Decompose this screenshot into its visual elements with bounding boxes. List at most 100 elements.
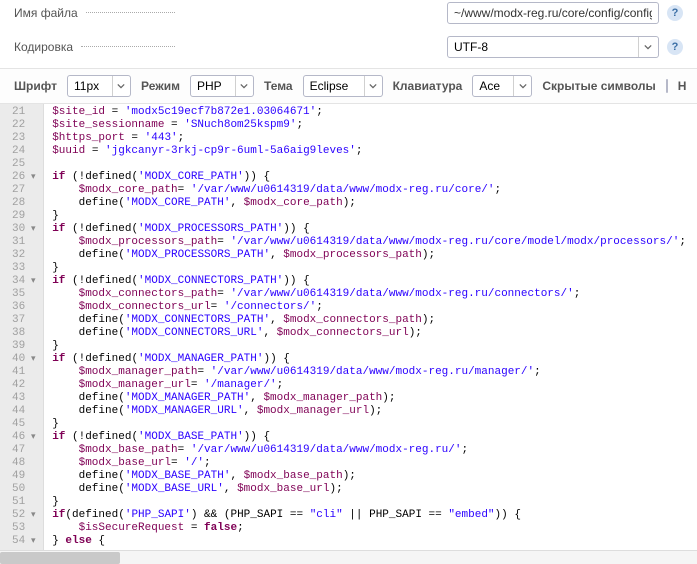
editor-toolbar: Шрифт Режим Тема Клавиатура Скрытые симв… xyxy=(0,68,697,104)
line-number: 24 xyxy=(12,145,37,158)
hidden-chars-checkbox[interactable] xyxy=(666,79,668,93)
code-line[interactable]: $modx_base_path= '/var/www/u0614319/data… xyxy=(52,444,686,457)
code-line[interactable]: $modx_manager_path= '/var/www/u0614319/d… xyxy=(52,366,686,379)
line-number: 33 xyxy=(12,262,37,275)
line-number: 23 xyxy=(12,132,37,145)
line-gutter: 212223242526▾27282930▾31323334▾353637383… xyxy=(0,104,44,550)
code-line[interactable]: define('MODX_CORE_PATH', $modx_core_path… xyxy=(52,197,686,210)
line-number: 27 xyxy=(12,184,37,197)
code-line[interactable]: $modx_core_path= '/var/www/u0614319/data… xyxy=(52,184,686,197)
line-number: 53 xyxy=(12,522,37,535)
mode-label: Режим xyxy=(141,79,180,93)
line-number: 39 xyxy=(12,340,37,353)
keyboard-select[interactable] xyxy=(473,76,513,96)
chevron-down-icon[interactable] xyxy=(513,76,531,96)
encoding-label: Кодировка xyxy=(14,40,73,54)
code-editor[interactable]: 212223242526▾27282930▾31323334▾353637383… xyxy=(0,104,697,550)
dots xyxy=(81,46,175,47)
line-numbers-label: Н xyxy=(678,79,687,93)
line-number: 22 xyxy=(12,119,37,132)
mode-select[interactable] xyxy=(191,76,235,96)
line-number: 48 xyxy=(12,457,37,470)
code-line[interactable]: $site_id = 'modx5c19ecf7b872e1.03064671'… xyxy=(52,106,686,119)
code-line[interactable]: if (!defined('MODX_PROCESSORS_PATH')) { xyxy=(52,223,686,236)
line-number: 44 xyxy=(12,405,37,418)
line-number: 21 xyxy=(12,106,37,119)
code-line[interactable]: } xyxy=(52,340,686,353)
help-icon[interactable]: ? xyxy=(667,39,683,55)
line-number: 45 xyxy=(12,418,37,431)
line-number: 36 xyxy=(12,301,37,314)
line-number: 47 xyxy=(12,444,37,457)
scroll-thumb[interactable] xyxy=(0,552,120,564)
code-line[interactable]: define('MODX_MANAGER_URL', $modx_manager… xyxy=(52,405,686,418)
line-number: 49 xyxy=(12,470,37,483)
code-line[interactable]: define('MODX_CONNECTORS_PATH', $modx_con… xyxy=(52,314,686,327)
line-number: 26▾ xyxy=(12,171,37,184)
code-area[interactable]: $site_id = 'modx5c19ecf7b872e1.03064671'… xyxy=(44,104,686,550)
line-number: 29 xyxy=(12,210,37,223)
line-number: 34▾ xyxy=(12,275,37,288)
line-number: 54▾ xyxy=(12,535,37,548)
code-line[interactable]: $modx_processors_path= '/var/www/u061431… xyxy=(52,236,686,249)
hidden-chars-label: Скрытые символы xyxy=(542,79,655,93)
line-number: 32 xyxy=(12,249,37,262)
code-line[interactable]: $modx_connectors_path= '/var/www/u061431… xyxy=(52,288,686,301)
code-line[interactable]: define('MODX_BASE_PATH', $modx_base_path… xyxy=(52,470,686,483)
line-number: 25 xyxy=(12,158,37,171)
font-label: Шрифт xyxy=(14,79,57,93)
fold-icon[interactable]: ▾ xyxy=(29,171,37,184)
line-number: 30▾ xyxy=(12,223,37,236)
code-line[interactable]: $https_port = '443'; xyxy=(52,132,686,145)
line-number: 46▾ xyxy=(12,431,37,444)
horizontal-scrollbar[interactable] xyxy=(0,550,697,564)
line-number: 31 xyxy=(12,236,37,249)
help-icon[interactable]: ? xyxy=(667,5,683,21)
line-number: 50 xyxy=(12,483,37,496)
code-line[interactable]: } xyxy=(52,262,686,275)
code-line[interactable]: if (!defined('MODX_BASE_PATH')) { xyxy=(52,431,686,444)
code-line[interactable]: if (!defined('MODX_CONNECTORS_PATH')) { xyxy=(52,275,686,288)
line-number: 52▾ xyxy=(12,509,37,522)
code-line[interactable]: } xyxy=(52,210,686,223)
line-number: 38 xyxy=(12,327,37,340)
code-line[interactable]: define('MODX_BASE_URL', $modx_base_url); xyxy=(52,483,686,496)
code-line[interactable]: $modx_manager_url= '/manager/'; xyxy=(52,379,686,392)
code-line[interactable]: $uuid = 'jgkcanyr-3rkj-cp9r-6uml-5a6aig9… xyxy=(52,145,686,158)
chevron-down-icon[interactable] xyxy=(112,76,130,96)
code-line[interactable]: } else { xyxy=(52,535,686,548)
fold-icon[interactable]: ▾ xyxy=(29,275,37,288)
fold-icon[interactable]: ▾ xyxy=(29,509,37,522)
code-line[interactable]: $modx_base_url= '/'; xyxy=(52,457,686,470)
fold-icon[interactable]: ▾ xyxy=(29,535,37,548)
fold-icon[interactable]: ▾ xyxy=(29,431,37,444)
line-number: 51 xyxy=(12,496,37,509)
code-line[interactable]: } xyxy=(52,496,686,509)
code-line[interactable] xyxy=(52,158,686,171)
font-select[interactable] xyxy=(68,76,112,96)
code-line[interactable]: define('MODX_MANAGER_PATH', $modx_manage… xyxy=(52,392,686,405)
line-number: 28 xyxy=(12,197,37,210)
filename-input[interactable] xyxy=(447,2,659,24)
line-number: 35 xyxy=(12,288,37,301)
chevron-down-icon[interactable] xyxy=(638,37,656,57)
line-number: 37 xyxy=(12,314,37,327)
keyboard-label: Клавиатура xyxy=(393,79,463,93)
code-line[interactable]: if (!defined('MODX_CORE_PATH')) { xyxy=(52,171,686,184)
fold-icon[interactable]: ▾ xyxy=(29,223,37,236)
chevron-down-icon[interactable] xyxy=(364,76,382,96)
code-line[interactable]: if (!defined('MODX_MANAGER_PATH')) { xyxy=(52,353,686,366)
fold-icon[interactable]: ▾ xyxy=(29,353,37,366)
theme-select[interactable] xyxy=(304,76,364,96)
filename-label: Имя файла xyxy=(14,6,78,20)
chevron-down-icon[interactable] xyxy=(235,76,253,96)
code-line[interactable]: define('MODX_PROCESSORS_PATH', $modx_pro… xyxy=(52,249,686,262)
code-line[interactable]: if(defined('PHP_SAPI') && (PHP_SAPI == "… xyxy=(52,509,686,522)
code-line[interactable]: } xyxy=(52,418,686,431)
code-line[interactable]: $site_sessionname = 'SNuch8om25kspm9'; xyxy=(52,119,686,132)
code-line[interactable]: $isSecureRequest = false; xyxy=(52,522,686,535)
encoding-select[interactable] xyxy=(448,37,638,57)
code-line[interactable]: define('MODX_CONNECTORS_URL', $modx_conn… xyxy=(52,327,686,340)
code-line[interactable]: $modx_connectors_url= '/connectors/'; xyxy=(52,301,686,314)
dots xyxy=(86,12,175,13)
